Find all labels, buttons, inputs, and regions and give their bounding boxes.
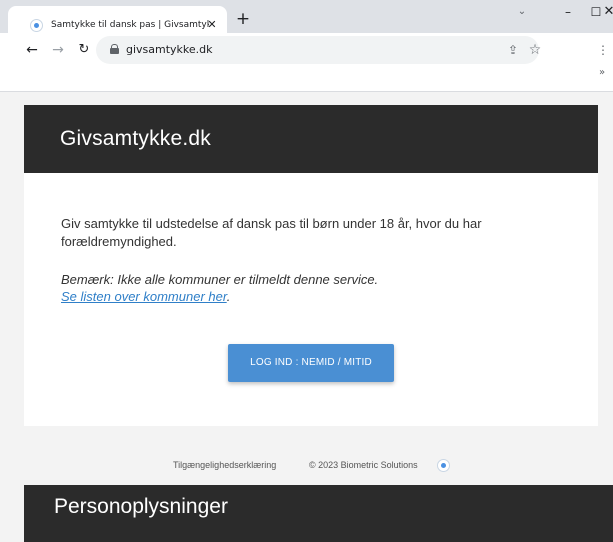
- share-icon[interactable]: ⇪: [505, 42, 521, 58]
- new-tab-button[interactable]: +: [233, 10, 253, 28]
- bookmarks-overflow-icon[interactable]: »: [595, 67, 609, 79]
- note-text: Bemærk: Ikke alle kommuner er tilmeldt d…: [61, 272, 379, 287]
- browser-tab[interactable]: Samtykke til dansk pas | Givsamtykke.dk …: [8, 6, 227, 33]
- address-bar[interactable]: givsamtykke.dk ⇪ ☆: [96, 36, 541, 64]
- browser-toolbar: ← → ↻ givsamtykke.dk ⇪ ☆ ⋮ »: [0, 33, 613, 92]
- tab-title: Samtykke til dansk pas | Givsamtykke.dk: [51, 20, 209, 30]
- page-content: Givsamtykke.dk Giv samtykke til udstedel…: [0, 92, 613, 542]
- note-link-period: .: [226, 289, 231, 304]
- lock-icon[interactable]: [110, 44, 119, 54]
- tab-search-chevron-icon[interactable]: ⌄: [515, 5, 529, 19]
- reload-icon[interactable]: ↻: [76, 42, 92, 58]
- window-close-button[interactable]: ✕: [601, 4, 613, 20]
- consent-card: Giv samtykke til udstedelse af dansk pas…: [24, 173, 598, 426]
- window-minimize-button[interactable]: –: [560, 4, 576, 20]
- url-text[interactable]: givsamtykke.dk: [126, 42, 213, 58]
- tab-strip: Samtykke til dansk pas | Givsamtykke.dk …: [0, 0, 613, 33]
- personal-info-title: Personoplysninger: [54, 495, 228, 518]
- bookmark-star-icon[interactable]: ☆: [527, 42, 543, 58]
- municipality-note: Bemærk: Ikke alle kommuner er tilmeldt d…: [61, 271, 551, 305]
- tab-close-icon[interactable]: ✕: [205, 18, 219, 32]
- footer: Tilgængelighedserklæring © 2023 Biometri…: [0, 452, 613, 478]
- site-favicon-icon: [30, 19, 43, 32]
- biometric-solutions-logo-icon: [437, 459, 450, 472]
- site-title: Givsamtykke.dk: [60, 127, 211, 150]
- login-nemid-mitid-button[interactable]: LOG IND : NEMID / MITID: [228, 344, 394, 382]
- copyright-text: © 2023 Biometric Solutions: [309, 460, 418, 470]
- forward-arrow-icon[interactable]: →: [50, 42, 66, 58]
- browser-menu-icon[interactable]: ⋮: [597, 42, 609, 58]
- municipality-list-link[interactable]: Se listen over kommuner her: [61, 289, 227, 304]
- accessibility-statement-link[interactable]: Tilgængelighedserklæring: [173, 452, 276, 478]
- back-arrow-icon[interactable]: ←: [24, 42, 40, 58]
- intro-text: Giv samtykke til udstedelse af dansk pas…: [61, 216, 482, 249]
- personal-info-header: Personoplysninger: [24, 485, 613, 542]
- site-header: Givsamtykke.dk: [24, 105, 598, 173]
